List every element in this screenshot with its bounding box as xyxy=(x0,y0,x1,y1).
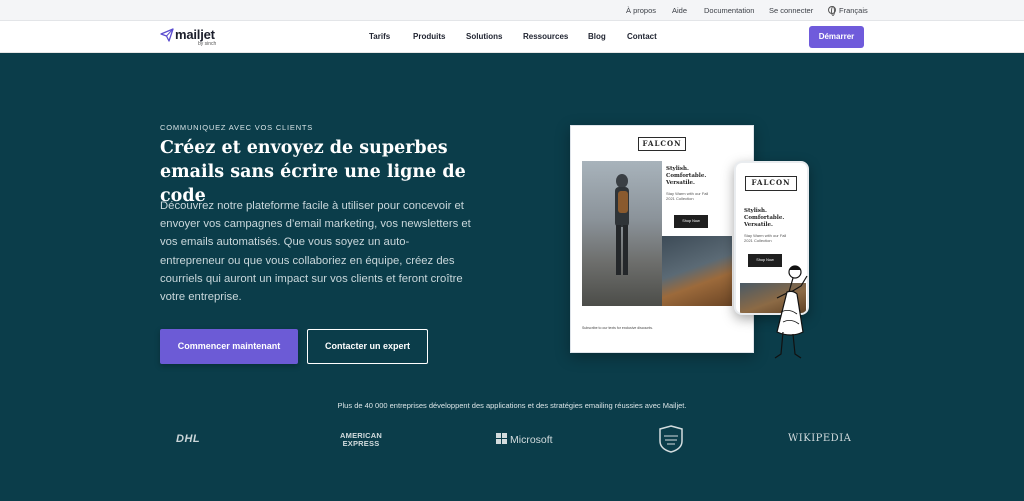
nav-blog[interactable]: Blog xyxy=(588,32,606,41)
amex-line-2: EXPRESS xyxy=(342,439,380,448)
utility-bar: À propos Aide Documentation Se connecter… xyxy=(0,0,1024,21)
nfl-shield-icon xyxy=(659,425,683,453)
tagline-line-3-mobile: Versatile. xyxy=(744,222,773,228)
tagline-line-1-mobile: Stylish. xyxy=(744,208,767,214)
login-link[interactable]: Se connecter xyxy=(769,6,813,15)
falcon-logo: FALCON xyxy=(638,137,686,151)
boots-photo xyxy=(662,236,732,306)
main-navigation: mailjet by sinch Tarifs Produits Solutio… xyxy=(0,21,1024,53)
logo-wordmark: mailjet xyxy=(175,27,215,42)
microsoft-grid-icon xyxy=(496,433,507,444)
help-link[interactable]: Aide xyxy=(672,6,687,15)
nav-ressources[interactable]: Ressources xyxy=(523,32,568,41)
tagline-line-2-mobile: Comfortable. xyxy=(744,215,785,221)
language-selector[interactable]: Français xyxy=(828,6,868,16)
mailjet-logo[interactable]: mailjet by sinch xyxy=(160,26,220,48)
nav-produits[interactable]: Produits xyxy=(413,32,445,41)
hiker-photo xyxy=(582,161,662,306)
hiker-figure xyxy=(615,174,629,275)
shop-now-button: Shop Now xyxy=(674,215,708,228)
microsoft-wordmark: Microsoft xyxy=(510,434,553,446)
falcon-logo-mobile: FALCON xyxy=(745,176,797,191)
tagline-line-3: Versatile. xyxy=(666,180,695,186)
trust-statement: Plus de 40 000 entreprises développent d… xyxy=(337,401,687,410)
email-subcopy: Stay Warm with our Fall 2021 Collection xyxy=(666,191,709,201)
tagline-line-1: Stylish. xyxy=(666,166,689,172)
hero-description: Découvrez notre plateforme facile à util… xyxy=(160,200,471,304)
nav-contact[interactable]: Contact xyxy=(627,32,657,41)
person-illustration xyxy=(774,265,808,359)
american-express-logo: AMERICAN EXPRESS xyxy=(340,432,382,458)
tagline-line-2: Comfortable. xyxy=(666,173,707,179)
contact-expert-button[interactable]: Contacter un expert xyxy=(307,329,428,364)
nav-solutions[interactable]: Solutions xyxy=(466,32,502,41)
dhl-logo: DHL xyxy=(176,433,201,445)
email-copy-block: Stylish. Comfortable. Versatile. Stay Wa… xyxy=(666,166,736,201)
language-label: Français xyxy=(839,6,868,15)
email-preview-desktop: FALCON Stylish. Comfortable. Versatile. … xyxy=(570,125,754,353)
email-footer-text: Subscribe to our texts for exclusive dis… xyxy=(582,326,654,330)
wikipedia-logo: Wikipedia xyxy=(788,433,852,444)
start-button[interactable]: Démarrer xyxy=(809,26,864,48)
globe-icon xyxy=(828,6,836,16)
email-copy-mobile: Stylish. Comfortable. Versatile. Stay Wa… xyxy=(744,208,806,243)
start-now-button[interactable]: Commencer maintenant xyxy=(160,329,298,364)
hero-eyebrow: COMMUNIQUEZ AVEC VOS CLIENTS xyxy=(160,123,314,132)
paper-plane-icon xyxy=(160,28,174,42)
email-subcopy-mobile: Stay Warm with our Fall 2021 Collection xyxy=(744,233,787,243)
about-link[interactable]: À propos xyxy=(626,6,656,15)
microsoft-logo: Microsoft xyxy=(496,433,553,459)
nav-tarifs[interactable]: Tarifs xyxy=(369,32,390,41)
logo-subtext: by sinch xyxy=(198,41,217,47)
documentation-link[interactable]: Documentation xyxy=(704,6,754,15)
